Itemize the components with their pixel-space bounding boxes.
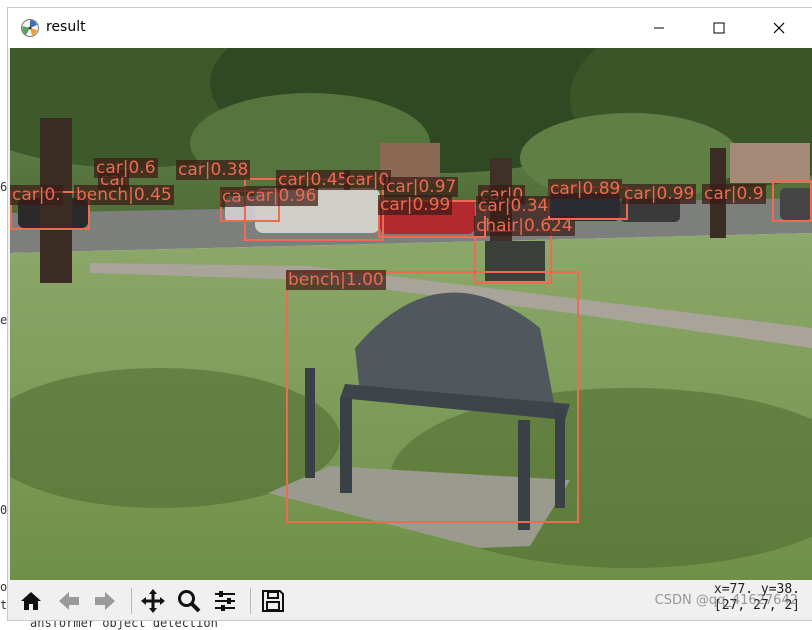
console-fragment: t — [0, 598, 8, 612]
minimize-button[interactable] — [636, 8, 682, 48]
detection-label: bench|1.00 — [286, 270, 386, 290]
car-detection-box — [772, 180, 812, 222]
detection-label: car|0.34 — [476, 196, 551, 216]
detection-label: bench|0.45 — [74, 185, 174, 205]
detection-label: ca — [220, 187, 244, 207]
detection-label: car|0.99 — [622, 184, 697, 204]
toolbar-separator — [250, 588, 251, 614]
console-fragment: 0 — [0, 503, 8, 517]
console-fragment: e — [0, 313, 8, 327]
detection-label: car|0.99 — [378, 195, 453, 215]
pan-icon — [141, 589, 165, 613]
console-fragment: 6 — [0, 180, 8, 194]
close-icon — [773, 22, 785, 34]
csdn-watermark: CSDN @qq_41627642 — [654, 593, 798, 608]
console-fragment: o — [0, 580, 8, 594]
close-button[interactable] — [756, 8, 802, 48]
window-title: result — [46, 19, 86, 35]
home-icon — [21, 592, 41, 610]
pan-button[interactable] — [138, 586, 168, 616]
maximize-icon — [713, 22, 725, 34]
configure-subplots-button[interactable] — [210, 586, 240, 616]
bench-detection-box — [286, 271, 579, 523]
result-window: result bench|1.00 chair|0.624 car car|0.… — [8, 8, 812, 620]
detection-label: car|0.89 — [548, 179, 623, 199]
configure-subplots-icon — [215, 591, 235, 611]
minimize-icon — [654, 27, 664, 29]
detection-label: car|0.38 — [176, 160, 251, 180]
back-button[interactable] — [54, 586, 84, 616]
detection-label: car|0. — [10, 185, 63, 205]
matplotlib-toolbar: x=77. y=38. [27, 27, 2] CSDN @qq_4162764… — [10, 580, 812, 620]
zoom-icon — [178, 590, 201, 613]
home-button[interactable] — [16, 586, 46, 616]
back-arrow-icon — [59, 592, 79, 610]
forward-arrow-icon — [95, 592, 115, 610]
detection-label: car|0.9 — [702, 184, 766, 204]
save-button[interactable] — [258, 586, 288, 616]
toolbar-separator — [131, 588, 132, 614]
zoom-button[interactable] — [174, 586, 204, 616]
title-bar[interactable]: result — [8, 8, 812, 48]
forward-button[interactable] — [90, 586, 120, 616]
maximize-button[interactable] — [696, 8, 742, 48]
figure-canvas[interactable]: bench|1.00 chair|0.624 car car|0.6 car|0… — [10, 48, 812, 580]
chair-detection-box — [474, 230, 552, 284]
detection-label: car|0.96 — [244, 186, 319, 206]
detection-label: car|0.6 — [94, 158, 158, 178]
matplotlib-app-icon — [21, 19, 39, 37]
detection-label: car|0.97 — [384, 177, 459, 197]
save-icon — [262, 590, 284, 612]
